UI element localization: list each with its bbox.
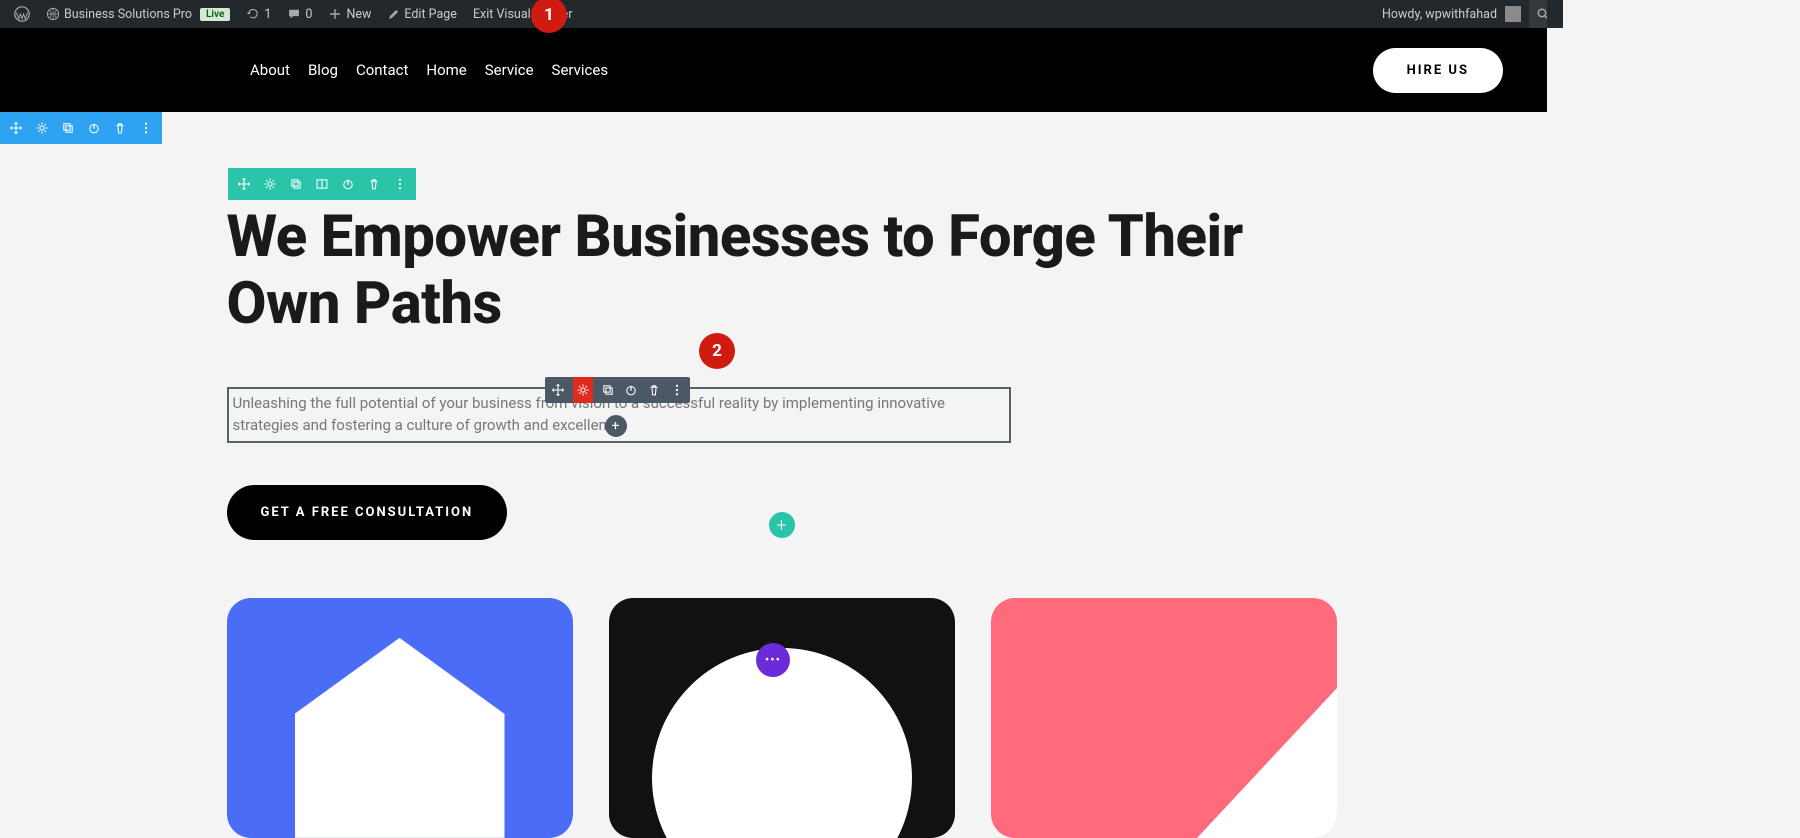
nav-blog[interactable]: Blog: [308, 61, 338, 79]
comment-icon: [287, 7, 301, 21]
main-nav: About Blog Contact Home Service Services: [250, 61, 608, 79]
hire-us-button[interactable]: HIRE US: [1373, 48, 1503, 93]
section-duplicate-icon[interactable]: [59, 112, 77, 144]
nav-home[interactable]: Home: [426, 61, 466, 79]
new-link[interactable]: New: [320, 0, 379, 28]
divi-global-fab[interactable]: •••: [756, 643, 790, 677]
module-duplicate-icon[interactable]: [600, 377, 616, 403]
site-name-link[interactable]: Business Solutions Pro Live: [38, 0, 238, 28]
site-header: About Blog Contact Home Service Services…: [0, 28, 1563, 112]
comment-count: 0: [305, 7, 312, 22]
scrollbar[interactable]: [1547, 0, 1563, 696]
nav-contact[interactable]: Contact: [356, 61, 408, 79]
row-toolbar: [228, 168, 416, 200]
refresh-icon: [246, 7, 260, 21]
feature-card-3[interactable]: [991, 598, 1337, 838]
comments-link[interactable]: 0: [279, 0, 320, 28]
row-more-icon[interactable]: [391, 168, 409, 200]
row-delete-icon[interactable]: [365, 168, 383, 200]
pencil-icon: [387, 8, 400, 21]
edit-page-text: Edit Page: [404, 7, 457, 22]
circle-shape-icon: [652, 648, 912, 838]
feature-card-2[interactable]: [609, 598, 955, 838]
nav-services[interactable]: Services: [552, 61, 609, 79]
admin-bar-right: Howdy, wpwithfahad: [1374, 0, 1557, 28]
row-duplicate-icon[interactable]: [287, 168, 305, 200]
module-move-icon[interactable]: [550, 377, 566, 403]
section-more-icon[interactable]: [137, 112, 155, 144]
revisions-link[interactable]: 1: [238, 0, 279, 28]
nav-service[interactable]: Service: [485, 61, 534, 79]
section-toolbar: [0, 112, 162, 144]
row-columns-icon[interactable]: [313, 168, 331, 200]
wp-logo[interactable]: [6, 0, 38, 28]
wp-admin-bar: Business Solutions Pro Live 1 0 New Edit…: [0, 0, 1563, 28]
triangle-shape-icon: [1197, 688, 1337, 838]
wordpress-icon: [14, 6, 30, 22]
module-settings-icon[interactable]: [573, 377, 593, 403]
add-module-below-button[interactable]: +: [605, 415, 627, 437]
new-text: New: [346, 7, 371, 22]
free-consultation-button[interactable]: GET A FREE CONSULTATION: [227, 485, 508, 540]
module-power-icon[interactable]: [623, 377, 639, 403]
feature-cards-row: [227, 598, 1337, 838]
annotation-2: 2: [699, 333, 735, 369]
nav-about[interactable]: About: [250, 61, 290, 79]
section-move-icon[interactable]: [7, 112, 25, 144]
admin-bar-left: Business Solutions Pro Live 1 0 New Edit…: [6, 0, 580, 28]
plus-icon: [328, 7, 342, 21]
edit-page-link[interactable]: Edit Page: [379, 0, 465, 28]
module-more-icon[interactable]: [669, 377, 685, 403]
live-badge: Live: [200, 8, 230, 21]
avatar: [1505, 6, 1521, 22]
howdy-text: Howdy, wpwithfahad: [1382, 7, 1497, 22]
pentagon-shape-icon: [295, 638, 505, 838]
row-power-icon[interactable]: [339, 168, 357, 200]
howdy-link[interactable]: Howdy, wpwithfahad: [1374, 0, 1529, 28]
feature-card-1[interactable]: [227, 598, 573, 838]
module-delete-icon[interactable]: [646, 377, 662, 403]
module-toolbar: [545, 377, 690, 403]
section-settings-icon[interactable]: [33, 112, 51, 144]
hero-title: We Empower Businesses to Forge Their Own…: [227, 204, 1337, 337]
site-name-text: Business Solutions Pro: [64, 7, 192, 22]
section-delete-icon[interactable]: [111, 112, 129, 144]
revision-count: 1: [264, 7, 271, 22]
add-row-button[interactable]: +: [769, 512, 795, 538]
section-power-icon[interactable]: [85, 112, 103, 144]
hero-subtitle-wrap: + Unleashing the full potential of your …: [227, 387, 1337, 443]
home-icon: [46, 7, 60, 21]
row-move-icon[interactable]: [235, 168, 253, 200]
row-settings-icon[interactable]: [261, 168, 279, 200]
